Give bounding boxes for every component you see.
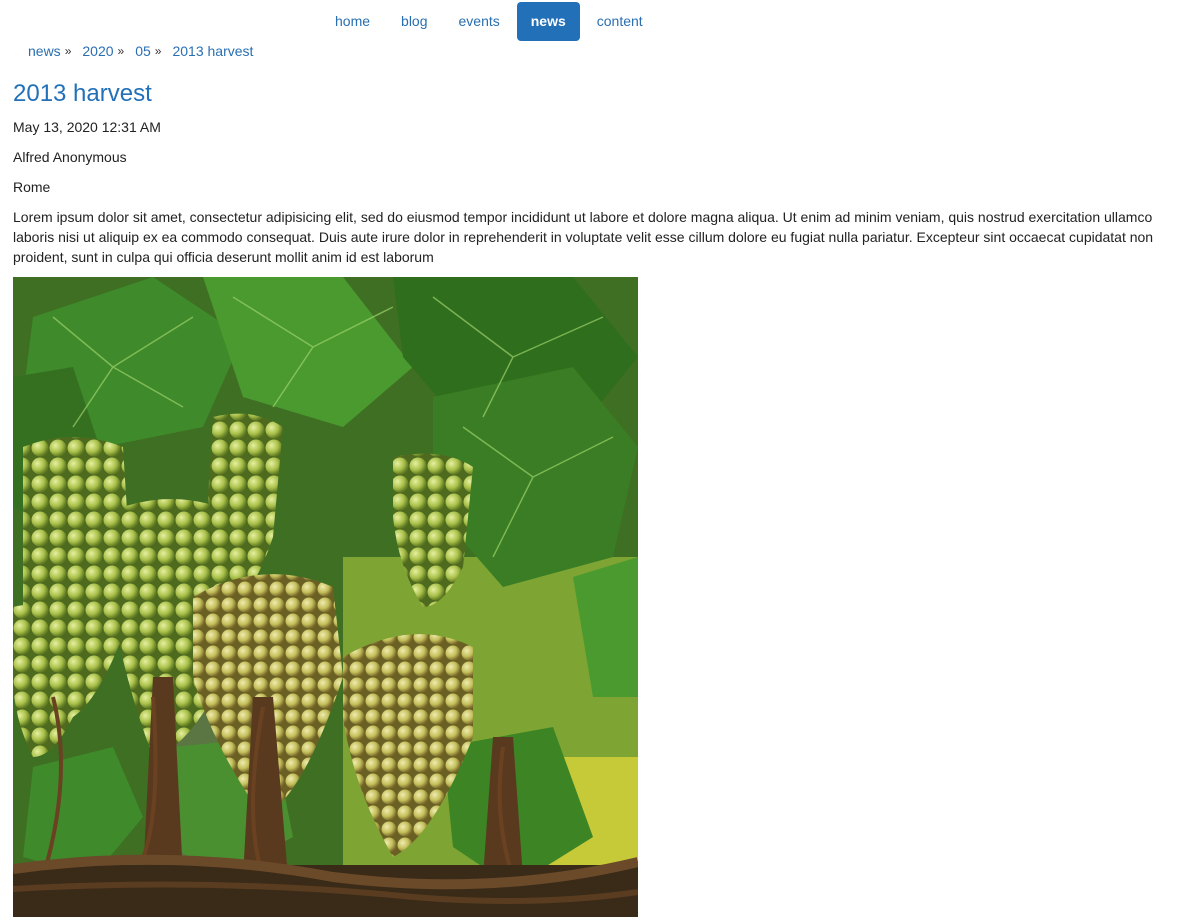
breadcrumb: news » 2020 » 05 » 2013 harvest: [28, 43, 253, 59]
breadcrumb-separator: »: [64, 44, 72, 58]
nav-item-home[interactable]: home: [321, 2, 384, 41]
nav-item-news[interactable]: news: [516, 2, 580, 41]
article-date: May 13, 2020 12:31 AM: [13, 119, 161, 135]
grape-vine-illustration: [13, 277, 638, 917]
article-author: Alfred Anonymous: [13, 149, 127, 165]
nav-item-events[interactable]: events: [445, 2, 514, 41]
breadcrumb-current[interactable]: 2013 harvest: [172, 43, 253, 59]
breadcrumb-separator: »: [154, 44, 162, 58]
nav-item-content[interactable]: content: [583, 2, 657, 41]
nav-item-blog[interactable]: blog: [387, 2, 441, 41]
breadcrumb-05[interactable]: 05: [135, 43, 151, 59]
article-image-grapes: [13, 277, 638, 917]
article-location: Rome: [13, 179, 51, 195]
article-body: Lorem ipsum dolor sit amet, consectetur …: [13, 209, 1154, 265]
main-nav: home blog events news content: [321, 2, 660, 41]
breadcrumb-2020[interactable]: 2020: [82, 43, 113, 59]
article-title: 2013 harvest: [13, 80, 152, 107]
breadcrumb-news[interactable]: news: [28, 43, 61, 59]
breadcrumb-separator: »: [117, 44, 125, 58]
